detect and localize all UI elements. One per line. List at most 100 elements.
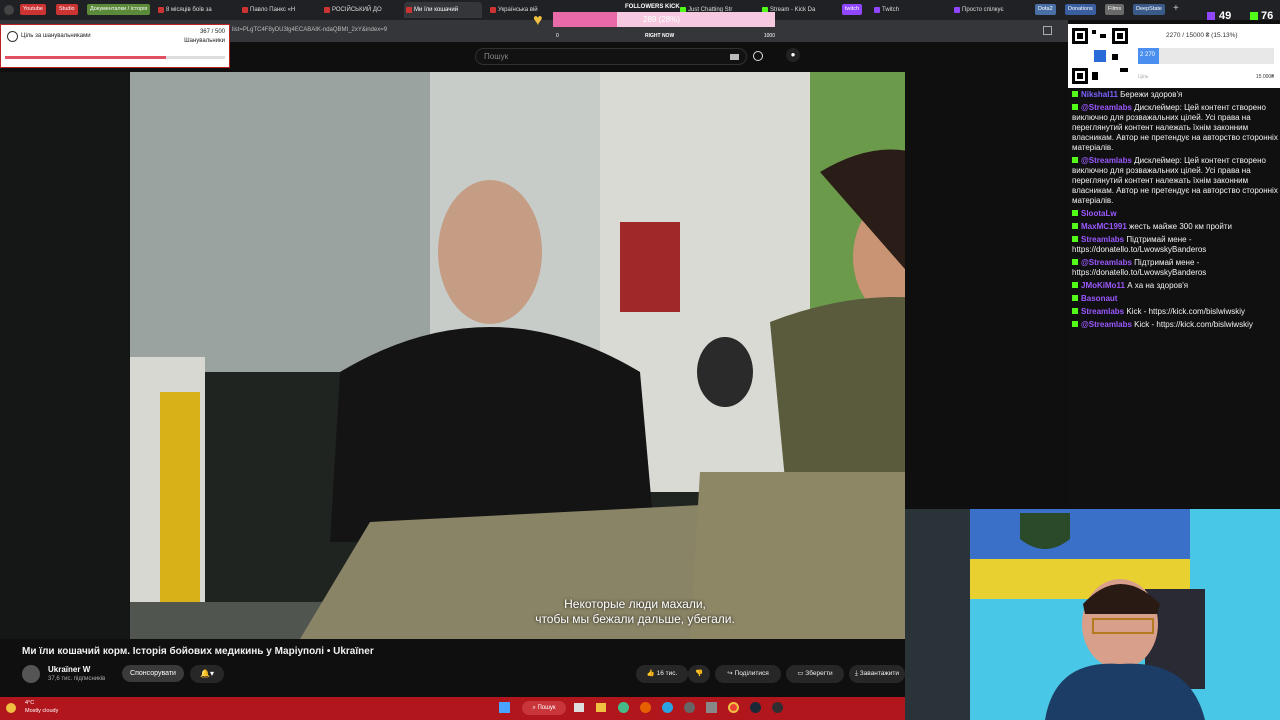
sponsor-button[interactable]: Спонсорувати — [122, 665, 184, 682]
app-icon-3[interactable] — [706, 702, 717, 713]
qr-pattern — [1072, 28, 1128, 84]
chat-message: @Streamlabs Дисклеймер: Цей контент ство… — [1072, 103, 1278, 153]
obs-icon[interactable] — [772, 702, 783, 713]
tab-russian[interactable]: РОСІЙСЬКИЙ ДО — [322, 2, 400, 18]
chat-username[interactable]: MaxMC1991 — [1081, 222, 1127, 231]
steam-icon[interactable] — [750, 702, 761, 713]
tab-label: Просто спілкує — [962, 7, 1004, 13]
telegram-icon[interactable] — [662, 702, 673, 713]
task-view-icon[interactable] — [574, 703, 584, 712]
tab-current-video[interactable]: Ми їли кошачий — [404, 2, 482, 18]
kick-badge-icon — [1072, 282, 1078, 288]
bookmark-twitch[interactable]: twitch — [842, 4, 863, 15]
kick-viewer-icon — [1250, 12, 1258, 20]
kick-badge-icon — [1072, 236, 1078, 242]
chat-message: Nikshal11 Бережи здоров'я — [1072, 90, 1278, 100]
channel-name[interactable]: Ukraїner W — [48, 665, 90, 674]
chat-message: SlootaLw — [1072, 209, 1278, 219]
chat-text: Kick - https://kick.com/bislwiwskiy — [1134, 320, 1253, 329]
keyboard-icon[interactable] — [730, 54, 739, 60]
chrome-icon[interactable] — [728, 702, 739, 713]
tab-pavlo-panks[interactable]: Павло Панкс «Н — [240, 2, 318, 18]
taskbar-search[interactable]: ⌕ Пошук — [522, 701, 566, 715]
share-button[interactable]: ↪ Поділитися — [715, 665, 781, 683]
bookmark-deepstate[interactable]: DeepState — [1133, 4, 1165, 15]
weather-desc: Mostly cloudy — [25, 708, 59, 714]
app-icon-2[interactable] — [684, 702, 695, 713]
extension-icon[interactable] — [1043, 26, 1052, 35]
bookmark-dota2[interactable]: Dota2 — [1035, 4, 1056, 15]
channel-avatar[interactable] — [22, 665, 40, 683]
bookmark-films[interactable]: Films — [1105, 4, 1125, 15]
new-tab-button[interactable]: + — [1173, 3, 1179, 14]
donation-max: 15 000₴ — [1255, 74, 1274, 80]
taskbar-search-label: Пошук — [537, 705, 556, 711]
microphone-icon[interactable]: ● — [786, 48, 800, 62]
kick-viewer-count: 76 — [1261, 10, 1274, 22]
twitch-icon — [954, 7, 960, 13]
windows-start-icon[interactable] — [499, 702, 510, 713]
share-icon: ↪ — [727, 670, 735, 677]
youtube-icon — [242, 7, 248, 13]
donation-goal-widget: 2270 / 15000 ₴ (15.13%) 2 270 Ціль 15 00… — [1132, 24, 1280, 88]
tab-label: Українська вій — [498, 7, 538, 13]
followers-title: FOLLOWERS KICK — [625, 4, 680, 10]
chat-username[interactable]: @Streamlabs — [1081, 320, 1132, 329]
donation-label: Ціль — [1138, 74, 1149, 80]
search-input[interactable]: Пошук — [475, 48, 747, 65]
donation-track — [1138, 48, 1274, 64]
chat-username[interactable]: Basonaut — [1081, 294, 1117, 303]
twitch-icon — [874, 7, 880, 13]
chat-username[interactable]: Streamlabs — [1081, 235, 1124, 244]
kick-badge-icon — [1072, 295, 1078, 301]
like-button[interactable]: 👍 16 тис. — [636, 665, 688, 683]
chat-username[interactable]: @Streamlabs — [1081, 103, 1132, 112]
goal-sub: Шанувальники — [184, 38, 225, 44]
url-text[interactable]: list=PLgTC4F8yDU3lg4ECABAIK-ndaQBMt_2xY&… — [232, 27, 387, 33]
download-button[interactable]: ⤓ Завантажити — [849, 665, 905, 683]
bookmark-donations[interactable]: Donations — [1065, 4, 1096, 15]
kick-badge-icon — [1072, 308, 1078, 314]
webcam-frame — [905, 509, 1280, 720]
goal-label: Ціль за шанувальниками — [21, 33, 91, 39]
download-label: Завантажити — [859, 670, 899, 677]
kick-badge-icon — [1072, 104, 1078, 110]
goal-progress-fill — [5, 56, 166, 59]
webcam-overlay — [905, 509, 1280, 720]
video-title: Ми їли кошачий корм. Історія бойових мед… — [22, 646, 374, 657]
followers-fill — [553, 12, 618, 27]
kick-badge-icon — [1072, 210, 1078, 216]
bookmark-documentaries[interactable]: Документалки / історія — [87, 4, 151, 15]
firefox-icon[interactable] — [640, 702, 651, 713]
subtitle-line-1: Некоторые люди махали, — [564, 597, 706, 611]
dislike-button[interactable]: 👎 — [688, 665, 710, 683]
followers-mid: RIGHT NOW — [645, 33, 675, 39]
kick-badge-icon — [1072, 259, 1078, 265]
file-explorer-icon[interactable] — [596, 703, 606, 712]
video-subtitles: Некоторые люди махали, чтобы мы бежали д… — [510, 597, 760, 627]
heart-icon — [7, 31, 18, 42]
chat-username[interactable]: @Streamlabs — [1081, 258, 1132, 267]
search-icon[interactable] — [753, 51, 763, 61]
chat-text: Kick - https://kick.com/bislwiwskiy — [1126, 307, 1246, 316]
window-menu-icon[interactable] — [4, 5, 14, 15]
save-button[interactable]: ▭ Зберегти — [786, 665, 844, 683]
bookmark-youtube[interactable]: Youtube — [20, 4, 46, 15]
bookmark-studio[interactable]: Studio — [56, 4, 78, 15]
tab-8-months[interactable]: 8 місяців боїв за — [156, 2, 234, 18]
chat-username[interactable]: @Streamlabs — [1081, 156, 1132, 165]
subtitle-line-2: чтобы мы бежали дальше, убегали. — [535, 612, 735, 626]
video-player[interactable] — [0, 72, 905, 639]
tab-just-talking[interactable]: Просто спілкує — [952, 2, 1030, 18]
followers-min: 0 — [556, 33, 559, 39]
chat-username[interactable]: JMoKiMo11 — [1081, 281, 1125, 290]
chat-username[interactable]: Streamlabs — [1081, 307, 1124, 316]
thumbs-up-icon: 👍 — [646, 670, 657, 677]
tab-twitch[interactable]: Twitch — [872, 2, 942, 18]
chat-username[interactable]: SlootaLw — [1081, 209, 1117, 218]
weather-icon[interactable] — [6, 703, 16, 713]
qr-code — [1068, 24, 1132, 88]
notification-bell-icon[interactable]: 🔔▾ — [190, 665, 224, 683]
chat-username[interactable]: Nikshal11 — [1081, 90, 1118, 99]
app-icon-1[interactable] — [618, 702, 629, 713]
